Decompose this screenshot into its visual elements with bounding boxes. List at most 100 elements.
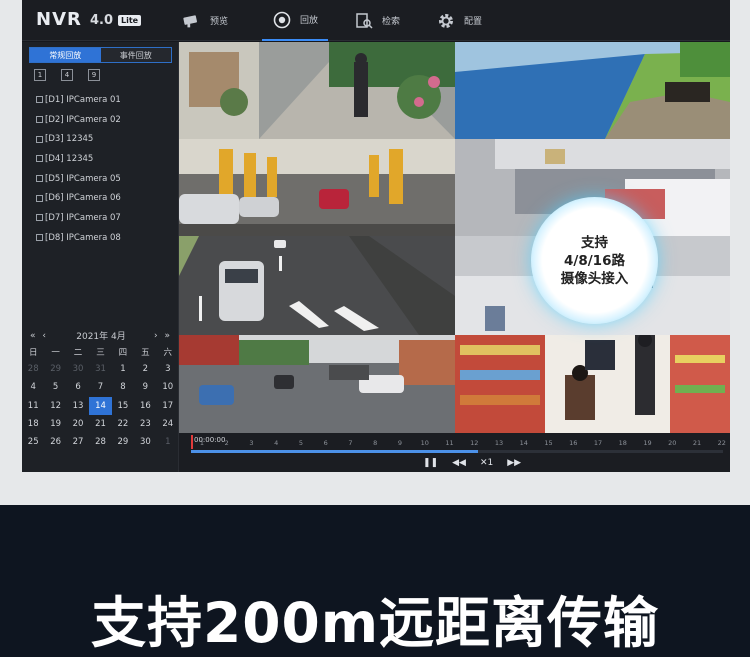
timeline-tick: 12 [470,439,479,447]
calendar-day[interactable]: 24 [157,415,179,433]
calendar-day[interactable]: 14 [89,396,112,415]
camera-item-d5[interactable]: [D5] IPCamera 05 [36,169,121,189]
calendar-day[interactable]: 15 [112,397,134,415]
timeline-tick: 16 [569,439,578,447]
calendar-weekday: 四 [118,348,128,358]
camera-item-d8[interactable]: [D8] IPCamera 08 [36,228,121,248]
calendar-next-button[interactable]: › » [154,331,172,341]
timeline-tick: 17 [593,439,603,447]
calendar-day[interactable]: 27 [67,433,89,451]
checkbox[interactable] [36,135,43,143]
checkbox[interactable] [36,214,43,222]
checkbox[interactable] [36,175,43,183]
nav-playback[interactable]: 回放 [262,0,329,41]
camera-item-d1[interactable]: [D1] IPCamera 01 [36,90,121,110]
calendar-day[interactable]: 13 [67,397,89,415]
version-label: 4.0 [90,13,114,28]
layout-4-button[interactable]: 4 [61,69,73,81]
calendar-day[interactable]: 31 [89,360,111,378]
video-tile-2[interactable] [455,42,730,139]
calendar-day[interactable]: 29 [44,360,66,378]
camera-item-d7[interactable]: [D7] IPCamera 07 [36,208,121,228]
pause-button[interactable]: ❚❚ [423,458,438,468]
video-feed-street [179,335,455,433]
calendar-day[interactable]: 2 [134,360,156,378]
checkbox[interactable] [36,96,43,104]
calendar-day[interactable]: 6 [67,378,89,396]
calendar-day[interactable]: 29 [112,433,134,451]
rewind-button[interactable]: ◀◀ [452,458,466,468]
calendar-day[interactable]: 4 [22,378,44,396]
calendar-day[interactable]: 28 [22,360,44,378]
calendar-day[interactable]: 10 [157,378,179,396]
camera-item-d6[interactable]: [D6] IPCamera 06 [36,188,121,208]
calendar-day[interactable]: 28 [89,433,111,451]
checkbox[interactable] [36,194,43,202]
calendar-day[interactable]: 7 [89,378,111,396]
speed-button[interactable]: ✕1 [480,458,493,468]
video-feed-lake [455,42,730,139]
calendar-day[interactable]: 16 [134,397,156,415]
camera-label: [D1] IPCamera 01 [45,94,121,105]
layout-buttons: 1 4 9 [34,69,100,81]
checkbox[interactable] [36,155,43,163]
camera-item-d4[interactable]: [D4] 12345 [36,149,121,169]
camera-label: [D2] IPCamera 02 [45,114,121,125]
calendar-day[interactable]: 21 [89,415,111,433]
calendar-day[interactable]: 20 [67,415,89,433]
calendar-day[interactable]: 25 [22,433,44,451]
nav-config[interactable]: 配置 [436,0,482,41]
calendar-header: « ‹ 2021年 4月 › » [30,329,172,343]
calendar-day[interactable]: 18 [22,415,44,433]
tab-normal-playback[interactable]: 常规回放 [30,48,101,62]
badge-line3: 摄像头接入 [560,270,629,287]
calendar-weekday: 二 [73,348,83,358]
calendar-prev-button[interactable]: « ‹ [30,331,48,341]
timeline-cursor[interactable] [191,435,193,449]
camera-item-d3[interactable]: [D3] 12345 [36,129,121,149]
timeline-tick: 7 [348,439,353,447]
calendar-day[interactable]: 1 [112,360,134,378]
playback-timeline[interactable]: 00:00:00 1 2 3 4 5 6 7 8 9 10 11 12 13 14 15 16 17 18 19 20… [179,433,730,472]
video-tile-3[interactable] [179,139,455,236]
calendar-day[interactable]: 5 [44,378,66,396]
calendar-day[interactable]: 17 [157,397,179,415]
tab-event-playback[interactable]: 事件回放 [100,48,171,62]
top-bar: NVR 4.0 Lite 预览 回放 检索 配置 [22,0,730,41]
calendar-day[interactable]: 23 [134,415,156,433]
monitor-frame: NVR 4.0 Lite 预览 回放 检索 配置 常规回放 事件回放 1 4 9… [0,0,750,505]
layout-1-button[interactable]: 1 [34,69,46,81]
forward-button[interactable]: ▶▶ [507,458,521,468]
calendar-day[interactable]: 8 [112,378,134,396]
nav-config-label: 配置 [464,17,483,27]
video-grid: 支持 4/8/16路 摄像头接入 [179,42,730,433]
calendar-day[interactable]: 26 [44,433,66,451]
checkbox[interactable] [36,234,43,242]
calendar-day[interactable]: 19 [44,415,66,433]
camera-label: [D3] 12345 [45,134,94,145]
calendar-grid: 日一二三四五六 28 29 30 31 1 2 3 4 5 6 7 8 9 10 11 12 13 14 15 16 17… [22,344,179,451]
calendar-day[interactable]: 1 [157,433,179,451]
video-tile-8[interactable] [455,335,730,433]
layout-9-button[interactable]: 9 [88,69,100,81]
video-tile-1[interactable] [179,42,455,139]
calendar-day[interactable]: 30 [134,433,156,451]
timeline-tick: 19 [643,439,652,447]
calendar-day[interactable]: 11 [22,397,44,415]
nvr-logo: NVR [36,9,82,30]
timeline-track[interactable] [191,450,723,453]
camera-item-d2[interactable]: [D2] IPCamera 02 [36,110,121,130]
video-feed-road [179,236,455,335]
promo-caption: 支持200m远距离传输 [90,591,660,655]
calendar-day[interactable]: 9 [134,378,156,396]
video-tile-5[interactable] [179,236,455,335]
checkbox[interactable] [36,116,43,124]
calendar-day[interactable]: 3 [157,360,179,378]
video-tile-7[interactable] [179,335,455,433]
calendar-day[interactable]: 12 [44,397,66,415]
camera-support-badge: 支持 4/8/16路 摄像头接入 [531,197,658,324]
calendar-day[interactable]: 30 [67,360,89,378]
nav-preview[interactable]: 预览 [182,0,228,41]
nav-search[interactable]: 检索 [354,0,400,41]
calendar-day[interactable]: 22 [112,415,134,433]
